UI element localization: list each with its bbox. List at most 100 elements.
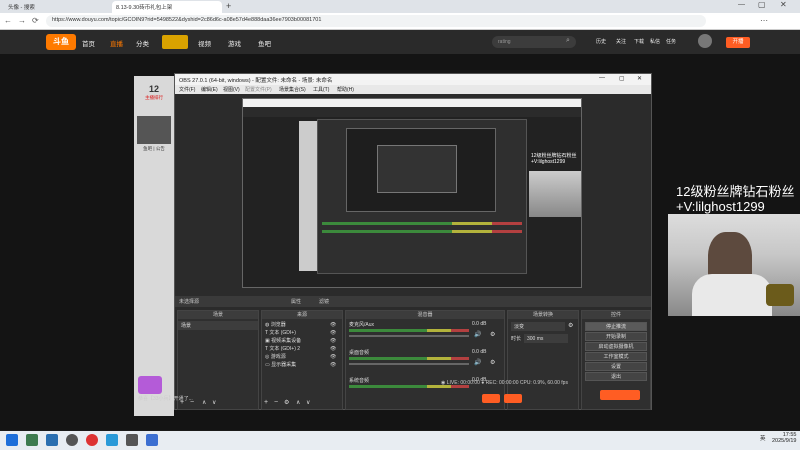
menu-profile[interactable]: 配置文件(P) — [245, 86, 272, 93]
rec-time: REC: 00:00:00 — [485, 380, 519, 386]
add-source-icon[interactable]: + — [264, 399, 268, 406]
transition-settings-icon[interactable]: ⚙ — [568, 322, 573, 329]
anchor-side-panel: 12 主播排行 鱼吧 | 公告 — [134, 76, 174, 416]
recharge-button[interactable] — [600, 390, 640, 400]
source-item[interactable]: ◎ 游戏源 — [265, 353, 286, 360]
scene-up-icon[interactable]: ∧ — [202, 399, 206, 406]
url-input[interactable]: https://www.douyu.com/topic/GCOIN9?rid=5… — [46, 15, 706, 27]
preview-obs-window — [317, 119, 527, 274]
speaker-icon[interactable]: 🔊 — [474, 331, 481, 338]
mixer-track-db: 0.0 dB — [472, 349, 487, 355]
duration-input[interactable]: 300 ms — [524, 334, 568, 343]
menu-scene-collection[interactable]: 场景集合(S) — [279, 86, 306, 93]
duration-value: 300 ms — [527, 336, 544, 342]
message-link[interactable]: 私信 — [650, 38, 660, 45]
start-recording-button[interactable]: 开始录制 — [585, 332, 647, 341]
task-link[interactable]: 任务 — [666, 38, 676, 45]
source-item[interactable]: T 文本 (GDI+) — [265, 329, 296, 336]
mixer-track-name: 桌面音频 — [349, 350, 370, 356]
mixer-settings-icon[interactable]: ⚙ — [490, 331, 495, 338]
menu-icon[interactable]: ⋯ — [760, 16, 768, 25]
webcam-logo-icon — [766, 284, 794, 306]
menu-tools[interactable]: 工具(T) — [313, 86, 329, 93]
transition-select[interactable]: 淡变 — [511, 322, 565, 331]
filters-button[interactable]: 滤镜 — [319, 298, 329, 305]
obs-minimize-icon[interactable]: — — [599, 75, 605, 81]
remove-source-icon[interactable]: − — [274, 399, 278, 406]
site-logo[interactable]: 斗鱼 — [46, 34, 76, 50]
gift-button[interactable] — [482, 394, 500, 403]
speaker-icon[interactable]: 🔊 — [474, 359, 481, 366]
search-icon[interactable]: ⌕ — [566, 37, 570, 45]
properties-button[interactable]: 属性 — [291, 298, 301, 305]
preview-meter-fill — [322, 230, 522, 233]
studio-mode-button[interactable]: 工作室模式 — [585, 352, 647, 361]
promo-badge[interactable] — [162, 35, 188, 49]
preview-meter — [322, 222, 522, 225]
source-item[interactable]: ◍ 浏览器 — [265, 321, 286, 328]
menu-file[interactable]: 文件(F) — [179, 86, 195, 93]
source-item[interactable]: ▣ 视频采集设备 — [265, 337, 301, 344]
menu-view[interactable]: 视图(V) — [223, 86, 240, 93]
send-button[interactable] — [504, 394, 522, 403]
source-up-icon[interactable]: ∧ — [296, 399, 300, 406]
refresh-icon[interactable]: ⟳ — [32, 16, 39, 25]
obs-taskbar-icon[interactable] — [66, 434, 78, 446]
start-live-button[interactable]: 开播 — [726, 37, 750, 48]
input-language[interactable]: 英 — [760, 434, 766, 442]
mixer-settings-icon[interactable]: ⚙ — [490, 359, 495, 366]
exit-button[interactable]: 退出 — [585, 372, 647, 381]
nav-category[interactable]: 分类 — [136, 38, 149, 48]
download-link[interactable]: 下载 — [634, 38, 644, 45]
volume-slider[interactable] — [349, 363, 469, 365]
back-icon[interactable]: ← — [4, 16, 12, 25]
follow-link[interactable]: 关注 — [616, 38, 626, 45]
source-item[interactable]: T 文本 (GDI+) 2 — [265, 345, 300, 352]
scenes-dock-title: 场景 — [178, 311, 258, 319]
browser-tab[interactable]: 头像 - 搜索 — [4, 1, 76, 13]
history-link[interactable]: 历史 — [596, 38, 606, 45]
taskbar-app-icon[interactable] — [126, 434, 138, 446]
obs-preview[interactable]: 12级粉丝牌钻石粉丝 +V:lilghost1299 — [242, 98, 582, 288]
virtual-camera-button[interactable]: 启动虚拟摄像机 — [585, 342, 647, 351]
browser-tab-active[interactable]: 8.13-9.30砖币礼包上架 — [112, 1, 222, 13]
scene-down-icon[interactable]: ∨ — [212, 399, 216, 406]
nav-video[interactable]: 视频 — [198, 38, 211, 48]
menu-help[interactable]: 帮助(H) — [337, 86, 354, 93]
taskbar-clock[interactable]: 17:55 2025/9/19 — [772, 432, 796, 444]
taskbar-app-icon[interactable] — [26, 434, 38, 446]
user-avatar[interactable] — [698, 34, 712, 48]
taskbar-app-icon[interactable] — [106, 434, 118, 446]
nav-yuba[interactable]: 鱼吧 — [258, 38, 271, 48]
menu-edit[interactable]: 编辑(E) — [201, 86, 218, 93]
taskbar-app-icon[interactable] — [86, 434, 98, 446]
nav-live[interactable]: 直播 — [110, 38, 123, 48]
webcam-feed — [668, 214, 800, 316]
nav-home[interactable]: 首页 — [82, 38, 95, 48]
taskbar-app-icon[interactable] — [46, 434, 58, 446]
obs-window: OBS 27.0.1 (64-bit, windows) - 配置文件: 未命名… — [174, 73, 652, 410]
obs-close-icon[interactable]: ✕ — [637, 75, 642, 82]
source-label: 视频采集设备 — [271, 338, 302, 344]
search-input[interactable]: rating — [492, 36, 576, 48]
source-down-icon[interactable]: ∨ — [306, 399, 310, 406]
settings-button[interactable]: 设置 — [585, 362, 647, 371]
source-settings-icon[interactable]: ⚙ — [284, 399, 289, 406]
nav-game[interactable]: 游戏 — [228, 38, 241, 48]
forward-icon[interactable]: → — [18, 16, 26, 25]
volume-slider[interactable] — [349, 335, 469, 337]
close-icon[interactable]: ✕ — [780, 0, 787, 9]
fan-badge-icon[interactable] — [138, 376, 162, 394]
visibility-eye-icons[interactable]: 👁 👁 👁 👁 👁 👁 — [330, 321, 336, 369]
taskbar-app-icon[interactable] — [146, 434, 158, 446]
obs-maximize-icon[interactable]: ▢ — [619, 75, 625, 82]
windows-start-icon[interactable] — [6, 434, 18, 446]
anchor-name[interactable]: 鱼吧 | 公告 — [134, 146, 174, 152]
source-item[interactable]: ▭ 显示器采集 — [265, 361, 296, 368]
anchor-avatar[interactable] — [137, 116, 171, 144]
scene-item[interactable]: 场景 — [178, 321, 258, 330]
minimize-icon[interactable]: — — [738, 1, 745, 8]
new-tab-icon[interactable]: + — [226, 1, 231, 11]
stop-streaming-button[interactable]: 停止推流 — [585, 322, 647, 331]
maximize-icon[interactable]: ▢ — [758, 0, 766, 9]
